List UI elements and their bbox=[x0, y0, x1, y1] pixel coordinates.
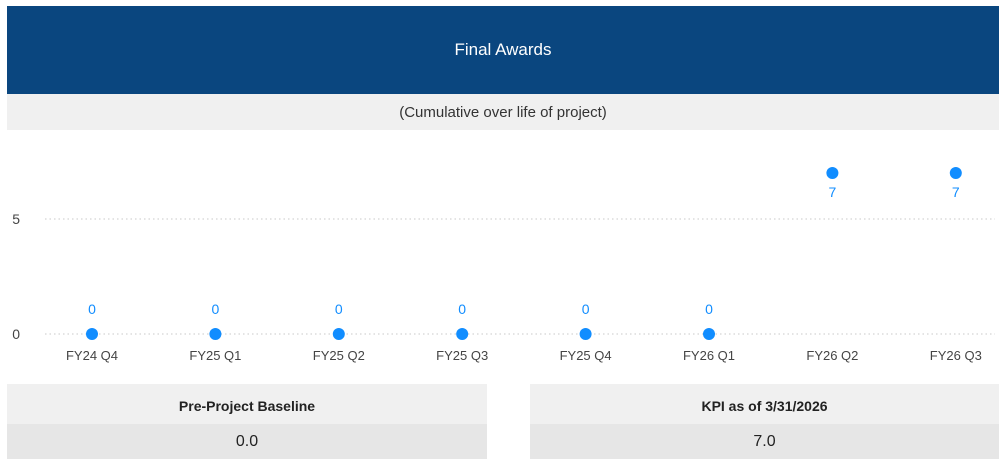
data-point bbox=[826, 167, 839, 179]
data-label: 0 bbox=[335, 301, 343, 317]
x-tick-label: FY26 Q1 bbox=[683, 348, 735, 363]
data-point bbox=[579, 328, 592, 340]
data-point bbox=[332, 328, 345, 340]
x-tick-label: FY25 Q3 bbox=[436, 348, 488, 363]
data-point bbox=[86, 328, 98, 340]
x-tick-label: FY24 Q4 bbox=[66, 348, 118, 363]
data-point bbox=[949, 167, 962, 179]
data-label: 0 bbox=[212, 301, 220, 317]
x-tick-label: FY25 Q2 bbox=[313, 348, 365, 363]
data-point bbox=[209, 328, 222, 340]
x-tick-label: FY26 Q2 bbox=[806, 348, 858, 363]
chart-subtitle: (Cumulative over life of project) bbox=[7, 94, 999, 130]
baseline-value: 0.0 bbox=[7, 424, 487, 459]
data-label: 0 bbox=[582, 301, 590, 317]
data-label: 7 bbox=[952, 184, 960, 200]
dot-chart: 0 5 0 FY24 Q4 0 FY25 Q1 0 FY25 Q2 0 FY25 Q3 0 FY25 … bbox=[12, 167, 995, 363]
data-label: 0 bbox=[705, 301, 713, 317]
data-point bbox=[456, 328, 469, 340]
data-label: 0 bbox=[458, 301, 466, 317]
chart-title: Final Awards bbox=[7, 6, 999, 94]
y-tick-label: 0 bbox=[12, 326, 20, 342]
kpi-value: 7.0 bbox=[530, 424, 999, 459]
x-tick-label: FY25 Q4 bbox=[560, 348, 612, 363]
y-tick-label: 5 bbox=[12, 211, 20, 227]
baseline-label: Pre-Project Baseline bbox=[7, 384, 487, 427]
kpi-label: KPI as of 3/31/2026 bbox=[530, 384, 999, 427]
x-tick-label: FY25 Q1 bbox=[189, 348, 241, 363]
data-point bbox=[703, 328, 715, 340]
x-tick-label: FY26 Q3 bbox=[930, 348, 982, 363]
data-label: 7 bbox=[829, 184, 837, 200]
data-label: 0 bbox=[88, 301, 96, 317]
